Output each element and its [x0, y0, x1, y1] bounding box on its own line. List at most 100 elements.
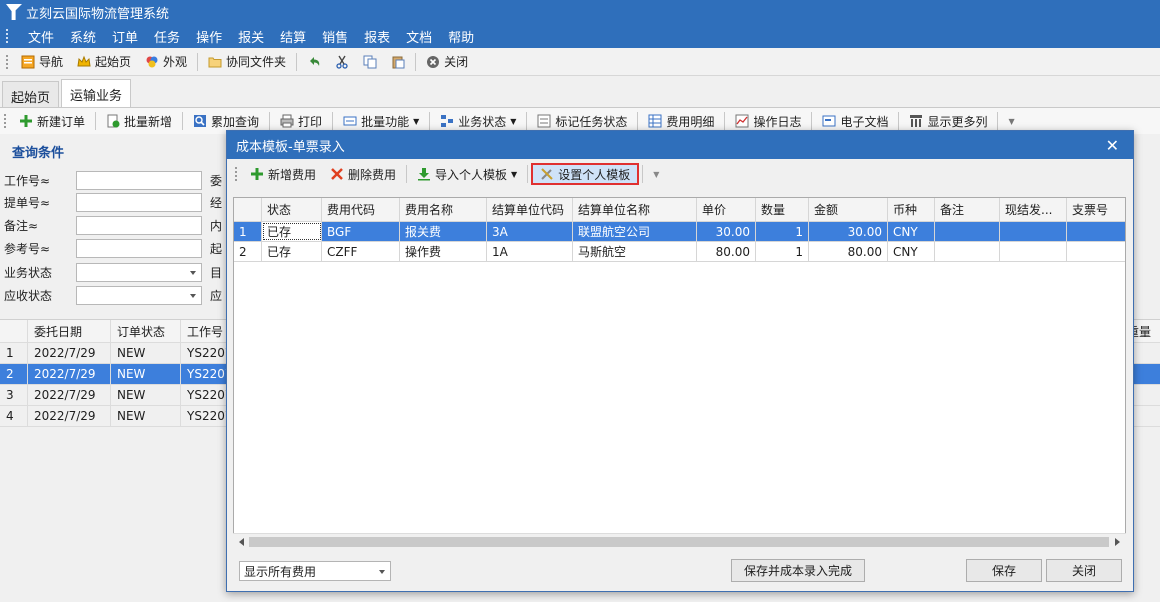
menu-task[interactable]: 任务 [146, 27, 188, 46]
shared-folder-button[interactable]: 协同文件夹 [201, 51, 293, 73]
column-header-settle-unit-name[interactable]: 结算单位名称 [573, 198, 697, 221]
expense-detail-button[interactable]: 费用明细 [641, 110, 721, 132]
cumulative-query-button[interactable]: 累加查询 [186, 110, 266, 132]
business-status-button[interactable]: 业务状态 ▼ [433, 110, 523, 132]
column-header-unit-price[interactable]: 单价 [697, 198, 756, 221]
save-and-complete-button[interactable]: 保存并成本录入完成 [731, 559, 865, 582]
menu-document[interactable]: 文档 [398, 27, 440, 46]
column-header-weight[interactable]: 重量 [1133, 319, 1160, 343]
dialog-close-icon[interactable]: ✕ [1106, 136, 1119, 155]
settle-unit-name-cell[interactable]: 联盟航空公司 [573, 222, 697, 241]
bl-no-input[interactable] [76, 192, 202, 212]
table-row[interactable]: 1 2022/7/29 NEW YS2207 [0, 343, 230, 364]
remark-cell[interactable] [935, 242, 1000, 261]
ref-no-input[interactable] [76, 238, 202, 258]
cash-settle-cell[interactable] [1000, 242, 1067, 261]
copy-button[interactable] [356, 51, 384, 73]
business-status-select[interactable] [76, 262, 202, 282]
electronic-document-button[interactable]: 电子文档 [815, 110, 895, 132]
navigate-button[interactable]: 导航 [14, 51, 70, 73]
expense-filter-select[interactable]: 显示所有费用 [239, 561, 391, 581]
column-header-quantity[interactable]: 数量 [756, 198, 809, 221]
menu-system[interactable]: 系统 [62, 27, 104, 46]
scroll-right-icon[interactable] [1115, 538, 1124, 546]
column-header-job-no[interactable]: 工作号 [181, 320, 230, 342]
amount-cell[interactable]: 30.00 [809, 222, 888, 241]
column-header-cash-settle[interactable]: 现结发... [1000, 198, 1067, 221]
close-button[interactable]: 关闭 [1046, 559, 1122, 582]
amount-cell[interactable]: 80.00 [809, 242, 888, 261]
menu-report[interactable]: 报表 [356, 27, 398, 46]
column-header-check-no[interactable]: 支票号 [1067, 198, 1125, 221]
print-button[interactable]: 打印 [273, 110, 329, 132]
column-header-expense-name[interactable]: 费用名称 [400, 198, 487, 221]
check-no-cell[interactable] [1067, 222, 1125, 241]
unit-price-cell[interactable]: 80.00 [697, 242, 756, 261]
currency-cell[interactable]: CNY [888, 222, 935, 241]
toolbar-overflow-button[interactable]: ▼ [1001, 110, 1021, 132]
undo-button[interactable] [300, 51, 328, 73]
column-header-expense-code[interactable]: 费用代码 [322, 198, 400, 221]
show-more-columns-button[interactable]: 显示更多列 [902, 110, 994, 132]
menu-sales[interactable]: 销售 [314, 27, 356, 46]
appearance-button[interactable]: 外观 [138, 51, 194, 73]
scroll-thumb[interactable] [249, 537, 1109, 547]
currency-cell[interactable]: CNY [888, 242, 935, 261]
settle-unit-code-cell[interactable]: 3A [487, 222, 573, 241]
expense-row-selected[interactable]: 1 已存 BGF 报关费 3A 联盟航空公司 30.00 1 30.00 CNY [234, 222, 1125, 242]
table-row-selected[interactable]: 2 2022/7/29 NEW YS2207 [0, 364, 230, 385]
start-page-button[interactable]: 起始页 [70, 51, 138, 73]
new-order-button[interactable]: 新建订单 [12, 110, 92, 132]
status-cell[interactable]: 已存 [262, 222, 322, 241]
delete-expense-button[interactable]: 删除费用 [323, 163, 403, 185]
expense-name-cell[interactable]: 报关费 [400, 222, 487, 241]
job-no-input[interactable] [76, 170, 202, 190]
table-row[interactable]: 4 2022/7/29 NEW YS2207 [0, 406, 230, 427]
column-header-status[interactable]: 状态 [262, 198, 322, 221]
settle-unit-code-cell[interactable]: 1A [487, 242, 573, 261]
menu-file[interactable]: 文件 [20, 27, 62, 46]
mark-task-status-button[interactable]: 标记任务状态 [530, 110, 634, 132]
unit-price-cell[interactable]: 30.00 [697, 222, 756, 241]
menu-operation[interactable]: 操作 [188, 27, 230, 46]
expense-row[interactable]: 2 已存 CZFF 操作费 1A 马斯航空 80.00 1 80.00 CNY [234, 242, 1125, 262]
tab-start-page[interactable]: 起始页 [2, 81, 60, 107]
remark-input[interactable] [76, 215, 202, 235]
paste-button[interactable] [384, 51, 412, 73]
expense-name-cell[interactable]: 操作费 [400, 242, 487, 261]
close-tab-button[interactable]: 关闭 [419, 51, 475, 73]
column-header-remark[interactable]: 备注 [935, 198, 1000, 221]
batch-function-button[interactable]: 批量功能 ▼ [336, 110, 426, 132]
quantity-cell[interactable]: 1 [756, 242, 809, 261]
check-no-cell[interactable] [1067, 242, 1125, 261]
settle-unit-name-cell[interactable]: 马斯航空 [573, 242, 697, 261]
add-expense-button[interactable]: 新增费用 [243, 163, 323, 185]
expense-code-cell[interactable]: BGF [322, 222, 400, 241]
cut-button[interactable] [328, 51, 356, 73]
menu-customs[interactable]: 报关 [230, 27, 272, 46]
set-personal-template-button[interactable]: 设置个人模板 [531, 163, 640, 185]
expense-code-cell[interactable]: CZFF [322, 242, 400, 261]
cash-settle-cell[interactable] [1000, 222, 1067, 241]
menu-help[interactable]: 帮助 [440, 27, 482, 46]
dialog-toolbar-overflow-button[interactable]: ▼ [646, 163, 666, 185]
receivable-status-select[interactable] [76, 285, 202, 305]
status-cell[interactable]: 已存 [262, 242, 322, 261]
quantity-cell[interactable]: 1 [756, 222, 809, 241]
column-header-date[interactable]: 委托日期 [28, 320, 111, 342]
column-header-order-status[interactable]: 订单状态 [111, 320, 181, 342]
menu-settlement[interactable]: 结算 [272, 27, 314, 46]
tab-transport-business[interactable]: 运输业务 [61, 79, 132, 107]
operation-log-button[interactable]: 操作日志 [728, 110, 808, 132]
column-header-settle-unit-code[interactable]: 结算单位代码 [487, 198, 573, 221]
remark-cell[interactable] [935, 222, 1000, 241]
column-header-amount[interactable]: 金额 [809, 198, 888, 221]
expense-grid-hscrollbar[interactable] [233, 533, 1126, 549]
batch-add-button[interactable]: 批量新增 [99, 110, 179, 132]
column-header-currency[interactable]: 币种 [888, 198, 935, 221]
table-row[interactable]: 3 2022/7/29 NEW YS2207 [0, 385, 230, 406]
menu-order[interactable]: 订单 [104, 27, 146, 46]
save-button[interactable]: 保存 [966, 559, 1042, 582]
scroll-left-icon[interactable] [235, 538, 244, 546]
import-personal-template-button[interactable]: 导入个人模板 ▼ [410, 163, 524, 185]
